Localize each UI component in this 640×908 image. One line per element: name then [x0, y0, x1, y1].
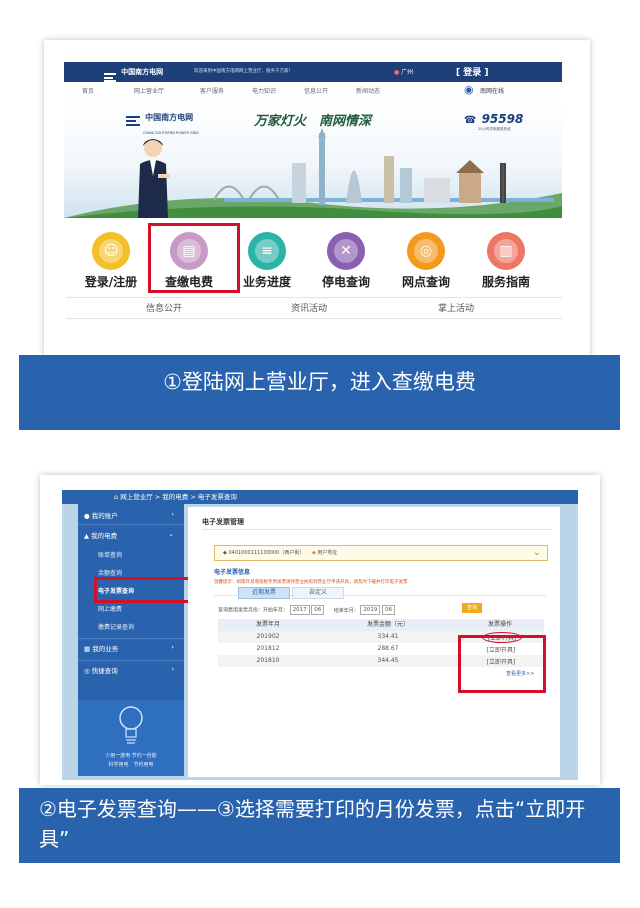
row-month: 201810 — [256, 657, 280, 664]
region-selector[interactable]: ● 广州 — [394, 67, 413, 76]
csg-logo-icon — [104, 73, 116, 82]
highlight-invoice-menu — [94, 577, 192, 603]
hero-banner: 中国南方电网 CHINA SOUTHERN POWER GRID 万家灯火 南网… — [64, 98, 562, 218]
home-icon[interactable]: ⌂ — [114, 493, 118, 501]
date-filter: 查询费用发票月份：开始年月： 2017 06 结束年月： 2019 06 — [218, 605, 395, 615]
chevron-right-icon: › — [171, 665, 174, 673]
user-icon: ● — [84, 512, 90, 520]
highlight-bill-service — [148, 223, 240, 293]
chevron-down-icon: ⌄ — [168, 530, 174, 538]
main-nav: 首页 网上营业厅 客户服务 电力知识 信息公开 新闻动态 ◉ 南网在线 — [64, 82, 562, 99]
nav-item[interactable]: 客户服务 — [200, 86, 224, 95]
panel-invoice: ⌂ 网上营业厅 > 我的电费 > 电子发票查询 ● 我的账户 › ▲ 我的电费 … — [40, 475, 600, 785]
login-link[interactable]: [ 登录 ] — [456, 65, 489, 78]
csg-logo-icon — [126, 116, 140, 127]
chevron-right-icon: › — [171, 510, 174, 518]
row-amount: 288.67 — [377, 645, 399, 652]
nav-item[interactable]: 网上营业厅 — [134, 86, 164, 95]
end-month-select[interactable]: 06 — [382, 605, 395, 615]
divider — [66, 297, 562, 298]
sidebar-item-business[interactable]: ▦ 我的业务 › — [78, 638, 184, 653]
sidebar-sub-pay-records[interactable]: 缴费记录查询 — [98, 622, 134, 631]
account-selector[interactable]: ◆ 0401000111100000（西户街） ◆ 用户地址 ⌄ — [214, 545, 548, 561]
nav-item[interactable]: 首页 — [82, 86, 94, 95]
guide-icon[interactable]: ▥ — [487, 232, 525, 270]
sidebar-sub-bill-query[interactable]: 账单查询 — [98, 550, 122, 559]
row-month: 201902 — [256, 633, 280, 640]
divider — [202, 529, 552, 530]
step1-caption-text: ①登陆网上营业厅，进入查缴电费 — [163, 370, 476, 394]
app-icon: ◉ — [464, 83, 474, 96]
outage-icon[interactable]: ✕ — [327, 232, 365, 270]
location-icon[interactable]: ◎ — [407, 232, 445, 270]
login-icon[interactable]: ☺ — [92, 232, 130, 270]
col-action: 发票操作 — [487, 621, 512, 628]
breadcrumb: ⌂ 网上营业厅 > 我的电费 > 电子发票查询 — [62, 490, 578, 504]
progress-icon[interactable]: ≡ — [248, 232, 286, 270]
bill-menu-icon: ▲ — [84, 532, 89, 540]
nav-item[interactable]: 新闻动态 — [356, 86, 380, 95]
row-amount: 344.45 — [377, 657, 399, 664]
header-slogan: 欢迎来到中国南方电网网上营业厅，服务千万家！ — [194, 69, 293, 74]
tab-recent[interactable]: 近期发票 — [238, 587, 290, 599]
service-login-label[interactable]: 登录/注册 — [71, 273, 151, 290]
service-guide-label[interactable]: 服务指南 — [466, 273, 546, 290]
sidebar-item-account[interactable]: ● 我的账户 › — [78, 510, 184, 525]
search-icon: ◎ — [84, 667, 90, 675]
sidebar-sub-pay-online[interactable]: 网上缴费 — [98, 604, 122, 613]
address-icon: ◆ — [311, 550, 316, 556]
panel-homepage: 中国南方电网 欢迎来到中国南方电网网上营业厅，服务千万家！ ● 广州 [ 登录 … — [44, 40, 590, 358]
nav-item[interactable]: 信息公开 — [304, 86, 328, 95]
account-icon: ◆ — [223, 550, 227, 556]
business-icon: ▦ — [84, 645, 91, 653]
service-location-label[interactable]: 网点查询 — [386, 273, 466, 290]
sidebar: ● 我的账户 › ▲ 我的电费 ⌄ 账单查询 余额查询 电子发票查询 网上缴费 … — [78, 504, 184, 776]
page-title: 电子发票管理 — [202, 518, 244, 526]
service-outage-label[interactable]: 停电查询 — [306, 273, 386, 290]
nav-item[interactable]: 电力知识 — [252, 86, 276, 95]
step1-caption: ①登陆网上营业厅，进入查缴电费 — [19, 355, 620, 430]
sidebar-item-bill[interactable]: ▲ 我的电费 ⌄ — [78, 530, 184, 540]
step2-caption-text: ②电子发票查询——③选择需要打印的月份发票，点击“立即开具” — [39, 797, 586, 851]
location-pin-icon: ● — [394, 69, 400, 76]
start-month-select[interactable]: 06 — [311, 605, 325, 615]
header-logo-text: 中国南方电网 — [121, 68, 164, 76]
col-amount: 发票金额（元） — [366, 621, 409, 628]
notice-text: 温馨提示：如需开具增值税专用发票请持营业执照到营业厅申请开具，请及时下载并打印电… — [214, 580, 408, 585]
start-year-select[interactable]: 2017 — [289, 605, 310, 615]
chevron-right-icon: › — [171, 643, 174, 651]
customer-service-illustration — [138, 139, 170, 218]
top-header-bar: 中国南方电网 欢迎来到中国南方电网网上营业厅，服务千万家！ ● 广州 [ 登录 … — [64, 62, 562, 82]
banner-slogan: 万家灯火 南网情深 — [254, 114, 372, 129]
sub-link-news[interactable]: 资讯活动 — [291, 301, 327, 314]
tab-custom[interactable]: 自定义 — [292, 587, 344, 599]
query-button[interactable]: 查询 — [462, 603, 482, 613]
row-amount: 334.41 — [377, 633, 399, 640]
end-year-select[interactable]: 2019 — [360, 605, 381, 615]
step2-caption: ②电子发票查询——③选择需要打印的月份发票，点击“立即开具” — [19, 788, 620, 863]
sub-link-mobile[interactable]: 掌上活动 — [438, 301, 474, 314]
sub-link-info[interactable]: 信息公开 — [146, 301, 182, 314]
row-month: 201812 — [256, 645, 280, 652]
sidebar-item-query[interactable]: ◎ 快捷查询 › — [78, 660, 184, 675]
light-bulb-icon — [119, 706, 143, 744]
phone-icon: ☎ — [464, 115, 477, 126]
chevron-down-icon[interactable]: ⌄ — [533, 546, 541, 560]
app-link[interactable]: 南网在线 — [480, 86, 504, 95]
highlight-issue-column — [458, 635, 546, 693]
section-title: 电子发票信息 — [214, 569, 251, 576]
sidebar-sub-balance[interactable]: 余额查询 — [98, 568, 122, 577]
divider — [66, 318, 562, 319]
col-month: 发票年月 — [255, 621, 280, 628]
energy-saving-promo: 少用一度电 节约一份能 科学用电 节约用电 — [78, 700, 184, 776]
